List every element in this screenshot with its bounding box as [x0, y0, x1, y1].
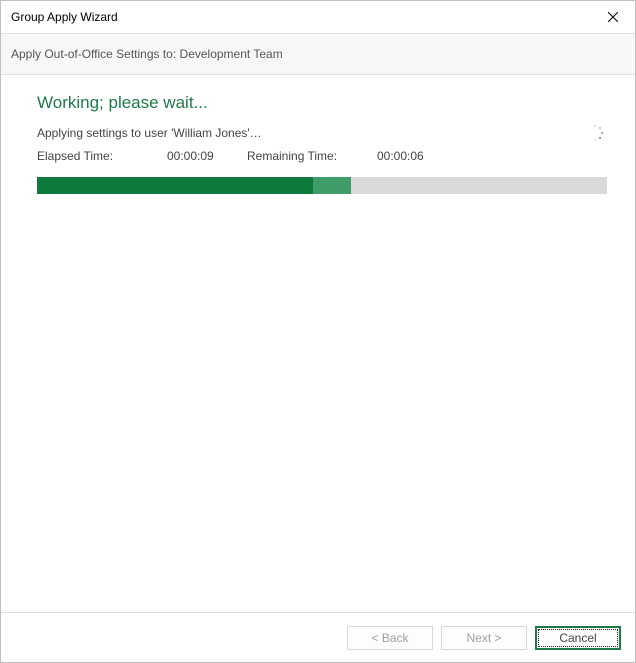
progress-glow	[313, 177, 351, 194]
status-text: Applying settings to user 'William Jones…	[37, 126, 262, 140]
cancel-button[interactable]: Cancel	[535, 626, 621, 650]
window-title: Group Apply Wizard	[11, 10, 118, 24]
remaining-value: 00:00:06	[377, 149, 424, 163]
spinner-icon	[587, 125, 603, 141]
titlebar: Group Apply Wizard	[1, 1, 635, 33]
time-row: Elapsed Time: 00:00:09 Remaining Time: 0…	[37, 149, 607, 163]
elapsed-value: 00:00:09	[167, 149, 247, 163]
status-row: Applying settings to user 'William Jones…	[37, 125, 607, 141]
progress-bar	[37, 177, 607, 194]
subheader-text: Apply Out-of-Office Settings to: Develop…	[11, 47, 283, 61]
footer: < Back Next > Cancel	[1, 612, 635, 662]
page-heading: Working; please wait...	[37, 93, 607, 113]
remaining-label: Remaining Time:	[247, 149, 377, 163]
content-area: Working; please wait... Applying setting…	[1, 75, 635, 612]
back-button[interactable]: < Back	[347, 626, 433, 650]
subheader: Apply Out-of-Office Settings to: Develop…	[1, 33, 635, 75]
close-button[interactable]	[590, 2, 635, 32]
progress-fill	[37, 177, 351, 194]
wizard-window: Group Apply Wizard Apply Out-of-Office S…	[0, 0, 636, 663]
elapsed-label: Elapsed Time:	[37, 149, 167, 163]
close-icon	[608, 12, 618, 22]
next-button[interactable]: Next >	[441, 626, 527, 650]
